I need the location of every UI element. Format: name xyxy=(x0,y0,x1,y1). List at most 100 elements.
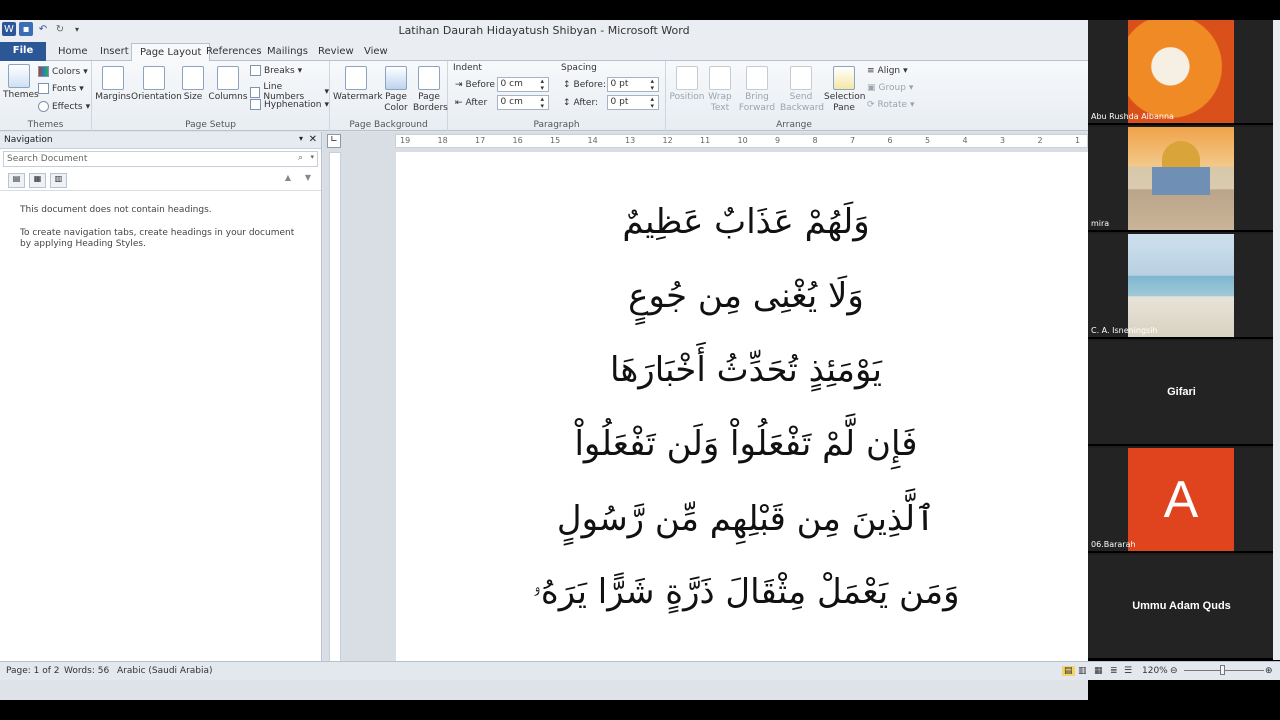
indent-before-input[interactable]: 0 cm xyxy=(496,77,549,92)
themes-group-label: Themes xyxy=(27,120,64,130)
navigation-message: This document does not contain headings.… xyxy=(0,191,321,250)
wrap-text-button[interactable]: Wrap Text xyxy=(706,66,734,114)
spacing-after-input[interactable]: 0 pt xyxy=(606,95,659,110)
document-line-6[interactable]: وَمَن يَعْمَلْ مِثْقَالَ ذَرَّةٍ شَرًّا … xyxy=(396,572,1088,612)
language-indicator[interactable]: Arabic (Saudi Arabia) xyxy=(117,666,213,676)
pane-options-icon[interactable]: ▾ xyxy=(299,134,303,143)
page-background-group: Watermark Page Color Page Borders Page B… xyxy=(330,61,448,131)
ruler-tick-label: 8 xyxy=(812,136,818,145)
zoom-out-icon[interactable]: ⊖ xyxy=(1170,666,1178,676)
columns-button[interactable]: Columns xyxy=(208,66,248,103)
page-borders-button[interactable]: Page Borders xyxy=(413,66,448,114)
position-button[interactable]: Position xyxy=(668,66,706,103)
mosque-wall-shape xyxy=(1152,167,1210,195)
word-count[interactable]: Words: 56 xyxy=(64,666,109,676)
print-layout-icon[interactable]: ▤ xyxy=(1062,666,1075,676)
window-title: Latihan Daurah Hidayatush Shibyan - Micr… xyxy=(398,24,690,37)
headings-hint-message: To create navigation tabs, create headin… xyxy=(20,228,295,249)
avatar: A xyxy=(1128,448,1234,551)
page-color-icon xyxy=(385,66,407,90)
watermark-button[interactable]: Watermark xyxy=(333,66,383,103)
participant-tile[interactable]: A 06.Bararah xyxy=(1088,448,1275,553)
zoom-in-icon[interactable]: ⊕ xyxy=(1265,666,1273,676)
position-icon xyxy=(676,66,698,90)
group-icon: ▣ xyxy=(867,83,876,93)
indent-after-input[interactable]: 0 cm xyxy=(496,95,549,110)
participant-tile[interactable]: Abu Rushda Albanna xyxy=(1088,20,1275,125)
participant-tile[interactable]: Ummu Adam Quds xyxy=(1088,555,1275,660)
zoom-slider-thumb[interactable] xyxy=(1220,665,1225,675)
tab-file[interactable]: File xyxy=(0,42,46,61)
orientation-button[interactable]: Orientation xyxy=(131,66,182,103)
mosque-image xyxy=(1128,127,1234,230)
spacing-after: ↕ After: 0 pt xyxy=(563,95,659,110)
page-color-button[interactable]: Page Color xyxy=(381,66,411,114)
tab-home[interactable]: Home xyxy=(50,43,96,62)
paragraph-group-label: Paragraph xyxy=(533,120,580,130)
fonts-button[interactable]: Fonts ▾ xyxy=(38,83,84,94)
participant-tile[interactable]: mira xyxy=(1088,127,1275,232)
page-count[interactable]: Page: 1 of 2 xyxy=(6,666,60,676)
ruler-tick-label: 12 xyxy=(662,136,673,145)
ruler-tick-label: 7 xyxy=(850,136,856,145)
tab-selector-icon[interactable]: ∟ xyxy=(327,134,341,148)
document-line-1[interactable]: وَلَهُمْ عَذَابٌ عَظِيمٌ xyxy=(396,202,1088,242)
effects-button[interactable]: Effects ▾ xyxy=(38,101,90,112)
document-line-5[interactable]: ٱلَّذِينَ مِن قَبْلِهِم مِّن رَّسُولٍ xyxy=(396,498,1088,539)
wrap-text-icon xyxy=(709,66,731,90)
page-borders-icon xyxy=(418,66,440,90)
document-page[interactable]: وَلَهُمْ عَذَابٌ عَظِيمٌ وَلَا يُغْنِى م… xyxy=(396,152,1088,680)
close-icon[interactable]: ✕ xyxy=(309,134,317,145)
background-window-edge xyxy=(1273,20,1280,660)
navigation-title: Navigation xyxy=(4,135,53,145)
ruler-tick-label: 19 xyxy=(400,136,411,145)
ruler-tick-label: 1 xyxy=(1075,136,1081,145)
browse-results-icon[interactable]: ▥ xyxy=(50,173,67,188)
document-line-4[interactable]: فَإِن لَّمْ تَفْعَلُواْ وَلَن تَفْعَلُوا… xyxy=(396,424,1088,464)
tab-view[interactable]: View xyxy=(356,43,396,62)
themes-group: Themes Colors ▾ Fonts ▾ Effects ▾ Themes xyxy=(0,61,92,131)
next-arrow-icon[interactable]: ▼ xyxy=(305,173,311,182)
zoom-level[interactable]: 120% xyxy=(1142,666,1168,676)
ruler-tick-label: 4 xyxy=(962,136,968,145)
tab-insert[interactable]: Insert xyxy=(92,43,137,62)
hyphenation-button[interactable]: Hyphenation ▾ xyxy=(250,99,329,110)
participant-tile[interactable]: C. A. Isneningsih xyxy=(1088,234,1275,339)
full-screen-reading-icon[interactable]: ▥ xyxy=(1078,666,1087,676)
web-layout-icon[interactable]: ▦ xyxy=(1094,666,1103,676)
ruler-ticks: 19 18 17 16 15 14 13 12 11 10 9 8 7 6 5 4 3 2 1 xyxy=(396,136,1088,148)
themes-icon xyxy=(8,64,30,88)
hyphenation-icon xyxy=(250,99,261,110)
previous-arrow-icon[interactable]: ▲ xyxy=(285,173,291,182)
document-line-2[interactable]: وَلَا يُغْنِى مِن جُوعٍ xyxy=(396,276,1088,316)
bring-forward-button[interactable]: Bring Forward xyxy=(738,66,776,114)
browse-headings-icon[interactable]: ▤ xyxy=(8,173,25,188)
search-icon[interactable]: ⌕ xyxy=(298,153,303,163)
document-line-3[interactable]: يَوْمَئِذٍ تُحَدِّثُ أَخْبَارَهَا xyxy=(396,350,1088,390)
spacing-before-icon: ↕ xyxy=(563,79,571,90)
breaks-button[interactable]: Breaks ▾ xyxy=(250,65,302,76)
size-button[interactable]: Size xyxy=(180,66,206,103)
themes-button[interactable]: Themes xyxy=(3,64,39,101)
vertical-ruler[interactable] xyxy=(329,152,341,680)
rotate-button[interactable]: ⟳ Rotate ▾ xyxy=(867,100,915,110)
participant-tile[interactable]: Gifari xyxy=(1088,341,1275,446)
search-input[interactable]: Search Document ⌕ ▾ xyxy=(3,151,318,167)
send-backward-button[interactable]: Send Backward xyxy=(780,66,824,114)
search-dropdown-icon[interactable]: ▾ xyxy=(310,153,314,161)
arrange-group: Position Wrap Text Bring Forward Send Ba… xyxy=(666,61,922,131)
horizontal-ruler[interactable]: 19 18 17 16 15 14 13 12 11 10 9 8 7 6 5 4 3 2 1 xyxy=(395,134,1088,148)
selection-pane-icon xyxy=(833,66,855,90)
outline-icon[interactable]: ≣ xyxy=(1110,666,1118,676)
tab-review[interactable]: Review xyxy=(310,43,362,62)
browse-pages-icon[interactable]: ▦ xyxy=(29,173,46,188)
draft-icon[interactable]: ☰ xyxy=(1124,666,1132,676)
margins-button[interactable]: Margins xyxy=(95,66,131,103)
selection-pane-button[interactable]: Selection Pane xyxy=(824,66,865,114)
tab-mailings[interactable]: Mailings xyxy=(259,43,316,62)
group-button[interactable]: ▣ Group ▾ xyxy=(867,83,913,93)
align-button[interactable]: ≡ Align ▾ xyxy=(867,66,908,76)
spacing-before-input[interactable]: 0 pt xyxy=(606,77,659,92)
colors-button[interactable]: Colors ▾ xyxy=(38,66,88,77)
no-headings-message: This document does not contain headings. xyxy=(20,205,212,215)
